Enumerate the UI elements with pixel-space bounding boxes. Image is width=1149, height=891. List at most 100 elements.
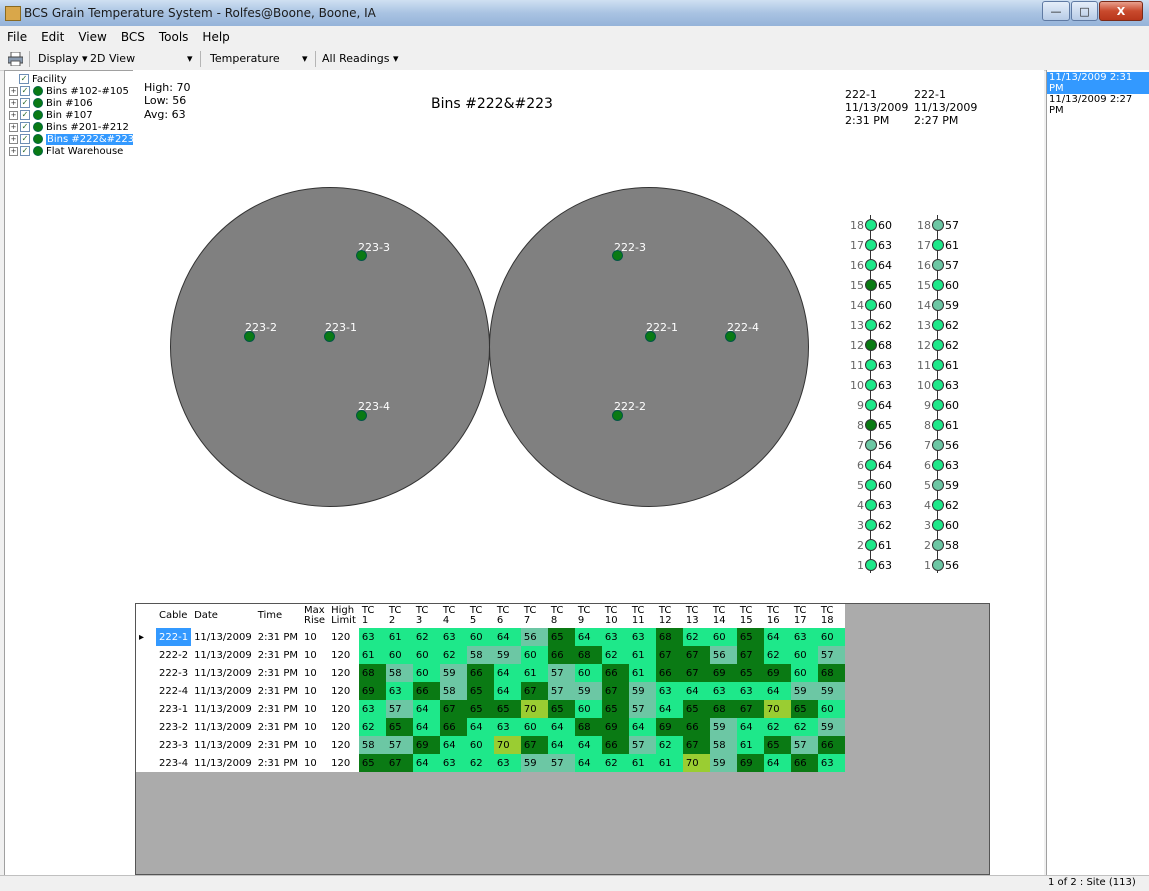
column-header[interactable]: TC 9 <box>574 604 602 628</box>
checkbox[interactable]: ✓ <box>20 86 30 96</box>
column-header[interactable]: TC 5 <box>466 604 494 628</box>
cell-tc[interactable]: 59 <box>709 754 737 772</box>
cell-tc[interactable]: 56 <box>520 628 548 646</box>
cell-tc[interactable]: 57 <box>547 682 575 700</box>
cell-tc[interactable]: 63 <box>709 682 737 700</box>
cell-tc[interactable]: 69 <box>709 664 737 682</box>
minimize-button[interactable]: — <box>1042 1 1070 21</box>
column-header[interactable]: High Limit <box>328 604 359 628</box>
cell-tc[interactable]: 60 <box>520 646 548 664</box>
cell-tc[interactable]: 63 <box>736 682 764 700</box>
cell-tc[interactable]: 61 <box>628 646 656 664</box>
cell-tc[interactable]: 60 <box>709 628 737 646</box>
cell-cable[interactable]: 222-2 <box>156 646 192 664</box>
tc-sensor-dot[interactable] <box>932 379 944 391</box>
menu-tools[interactable]: Tools <box>152 30 196 44</box>
cell-tc[interactable]: 67 <box>439 700 467 718</box>
cell-time[interactable]: 2:31 PM <box>254 628 301 646</box>
cell-tc[interactable]: 58 <box>385 664 413 682</box>
cell-tc[interactable]: 68 <box>655 628 683 646</box>
cell-tc[interactable]: 64 <box>493 664 521 682</box>
cell-tc[interactable]: 67 <box>520 736 548 754</box>
column-header[interactable]: TC 16 <box>763 604 791 628</box>
cell-date[interactable]: 11/13/2009 <box>191 736 255 754</box>
tc-sensor-dot[interactable] <box>865 419 877 431</box>
cell-tc[interactable]: 65 <box>466 700 494 718</box>
cell-tc[interactable]: 58 <box>709 736 737 754</box>
cell-tc[interactable]: 59 <box>520 754 548 772</box>
column-header[interactable]: TC 11 <box>628 604 656 628</box>
cell-date[interactable]: 11/13/2009 <box>191 718 255 736</box>
cell-tc[interactable]: 64 <box>439 736 467 754</box>
measure-dropdown-arrow[interactable]: ▾ <box>302 52 308 65</box>
tc-sensor-dot[interactable] <box>932 559 944 571</box>
tree-node-bin-107[interactable]: + ✓ Bin #107 <box>9 109 93 121</box>
tc-sensor-dot[interactable] <box>932 459 944 471</box>
cell-tc[interactable]: 65 <box>763 736 791 754</box>
column-header[interactable]: TC 2 <box>385 604 413 628</box>
cell-tc[interactable]: 62 <box>466 754 494 772</box>
cell-tc[interactable]: 64 <box>655 700 683 718</box>
cell-tc[interactable]: 64 <box>628 718 656 736</box>
tree-node-flat-warehouse[interactable]: + ✓ Flat Warehouse <box>9 145 123 157</box>
cell-tc[interactable]: 68 <box>709 700 737 718</box>
column-header[interactable]: TC 3 <box>412 604 440 628</box>
cell-tc[interactable]: 67 <box>520 682 548 700</box>
cell-tc[interactable]: 66 <box>412 682 440 700</box>
cell-tc[interactable]: 63 <box>358 628 386 646</box>
cell-high-limit[interactable]: 120 <box>328 682 359 700</box>
cell-tc[interactable]: 67 <box>682 664 710 682</box>
expand-icon[interactable]: + <box>9 146 18 156</box>
cell-tc[interactable]: 59 <box>817 682 845 700</box>
tc-sensor-dot[interactable] <box>932 239 944 251</box>
table-row[interactable]: 222-4 11/13/2009 2:31 PM 10 120 69 63 66 58 65 64 6… <box>136 682 845 700</box>
cable-dot-222-2[interactable] <box>612 410 623 421</box>
measure-selector[interactable]: Temperature <box>210 52 280 65</box>
cell-tc[interactable]: 69 <box>736 754 764 772</box>
cell-tc[interactable]: 62 <box>439 646 467 664</box>
tc-sensor-dot[interactable] <box>865 219 877 231</box>
cell-tc[interactable]: 64 <box>574 754 602 772</box>
tc-sensor-dot[interactable] <box>932 299 944 311</box>
tree-node-bins-222-223[interactable]: + ✓ Bins #222&#223 <box>9 133 136 145</box>
tc-sensor-dot[interactable] <box>865 479 877 491</box>
tc-sensor-dot[interactable] <box>932 259 944 271</box>
cell-cable[interactable]: 223-2 <box>156 718 192 736</box>
tc-sensor-dot[interactable] <box>932 399 944 411</box>
cell-tc[interactable]: 67 <box>601 682 629 700</box>
cell-tc[interactable]: 69 <box>601 718 629 736</box>
tree-node-bin-106[interactable]: + ✓ Bin #106 <box>9 97 93 109</box>
cell-tc[interactable]: 57 <box>385 700 413 718</box>
tc-sensor-dot[interactable] <box>932 519 944 531</box>
cell-tc[interactable]: 65 <box>601 700 629 718</box>
cell-tc[interactable]: 66 <box>547 646 575 664</box>
cell-tc[interactable]: 67 <box>682 736 710 754</box>
tree-node-bins-201-212[interactable]: + ✓ Bins #201-#212 <box>9 121 129 133</box>
checkbox[interactable]: ✓ <box>20 122 30 132</box>
cell-tc[interactable]: 62 <box>763 718 791 736</box>
cell-tc[interactable]: 66 <box>790 754 818 772</box>
cell-tc[interactable]: 59 <box>628 682 656 700</box>
cell-max-rise[interactable]: 10 <box>301 718 329 736</box>
cell-tc[interactable]: 60 <box>790 646 818 664</box>
cell-tc[interactable]: 63 <box>439 754 467 772</box>
menu-edit[interactable]: Edit <box>34 30 71 44</box>
tc-sensor-dot[interactable] <box>932 419 944 431</box>
cell-tc[interactable]: 59 <box>790 682 818 700</box>
cell-date[interactable]: 11/13/2009 <box>191 700 255 718</box>
table-row[interactable]: 223-4 11/13/2009 2:31 PM 10 120 65 67 64 63 62 63 5… <box>136 754 845 772</box>
tc-sensor-dot[interactable] <box>865 379 877 391</box>
cell-tc[interactable]: 59 <box>493 646 521 664</box>
cell-tc[interactable]: 68 <box>358 664 386 682</box>
table-row[interactable]: 223-1 11/13/2009 2:31 PM 10 120 63 57 64 67 65 65 7… <box>136 700 845 718</box>
cell-tc[interactable]: 56 <box>709 646 737 664</box>
cell-max-rise[interactable]: 10 <box>301 754 329 772</box>
cell-tc[interactable]: 58 <box>358 736 386 754</box>
row-selector[interactable] <box>136 646 156 664</box>
display-dropdown[interactable]: Display ▾ <box>38 52 88 65</box>
tc-sensor-dot[interactable] <box>865 319 877 331</box>
column-header[interactable]: TC 8 <box>547 604 575 628</box>
cable-dot-222-4[interactable] <box>725 331 736 342</box>
checkbox[interactable]: ✓ <box>20 110 30 120</box>
row-selector[interactable] <box>136 682 156 700</box>
